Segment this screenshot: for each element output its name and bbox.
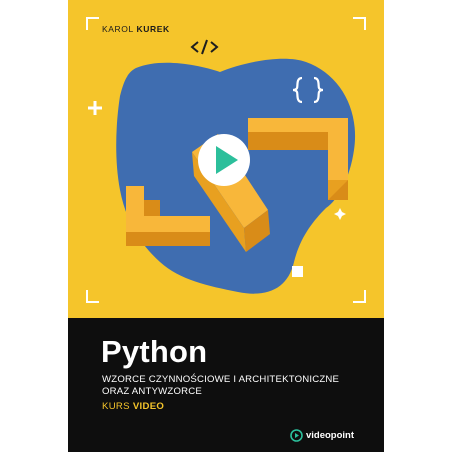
corner-bottom-right-icon	[353, 290, 366, 303]
author-last-name: KUREK	[136, 24, 170, 34]
corner-top-left-icon	[86, 17, 99, 30]
play-button[interactable]	[198, 134, 250, 186]
author-first-name: KAROL	[102, 24, 134, 34]
book-subtitle: WZORCE CZYNNOŚCIOWE I ARCHITEKTONICZNE O…	[102, 374, 340, 397]
course-prefix: KURS	[102, 401, 130, 412]
plus-icon	[88, 101, 102, 115]
square-icon	[292, 266, 303, 277]
corner-bottom-left-icon	[86, 290, 99, 303]
book-title: Python	[101, 334, 208, 369]
publisher-name: videopoint	[306, 429, 355, 441]
author-name: KAROL KUREK	[102, 24, 170, 34]
book-cover: KAROL KUREK Python WZORCE CZYNNOŚCIOWE I…	[68, 0, 384, 452]
corner-top-right-icon	[353, 17, 366, 30]
cover-illustration	[86, 17, 366, 303]
sparkle-icon	[334, 208, 346, 220]
code-slash-icon	[190, 39, 219, 55]
course-label: KURS VIDEO	[102, 401, 164, 412]
videopoint-logo-icon	[290, 428, 303, 442]
course-type: VIDEO	[132, 401, 165, 412]
publisher-logo: videopoint	[290, 428, 354, 442]
